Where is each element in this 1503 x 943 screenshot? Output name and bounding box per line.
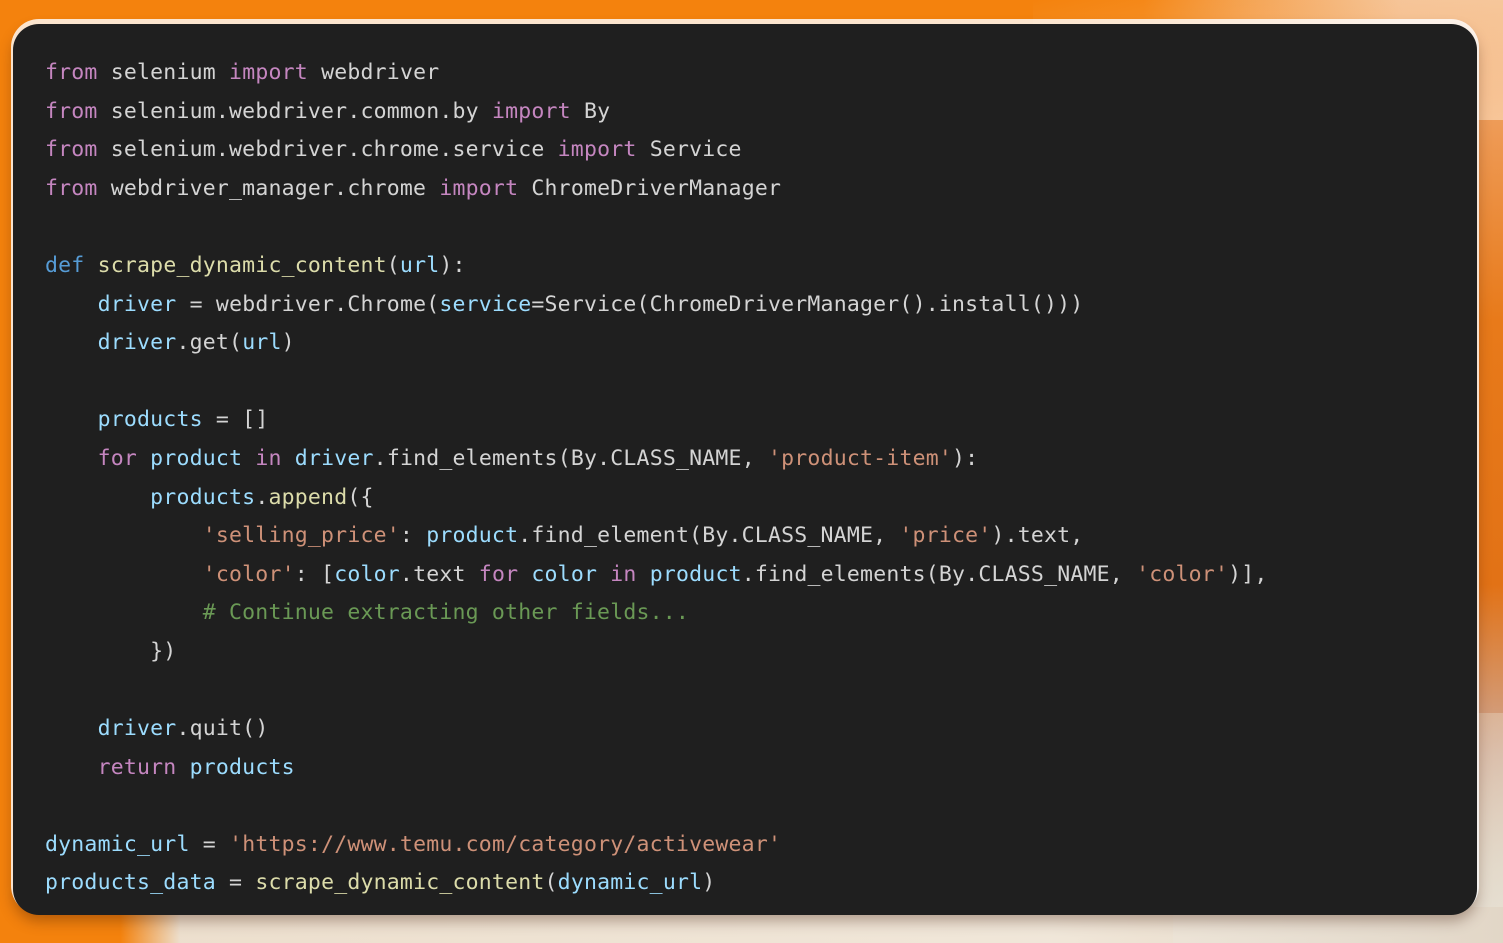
token-keyword-from-2: from bbox=[45, 98, 98, 124]
token-paren-close-get: ) bbox=[281, 330, 295, 356]
token-var-product-2: product bbox=[649, 561, 742, 587]
token-call-close: ) bbox=[702, 870, 716, 896]
token-keyword-from-1: from bbox=[45, 60, 98, 85]
token-keyword-for-1: for bbox=[97, 445, 138, 471]
token-empty-list: = [] bbox=[215, 407, 269, 433]
token-find-elements-1: .find_elements(By.CLASS_NAME, bbox=[373, 445, 768, 471]
token-keyword-import-4: import bbox=[439, 175, 519, 201]
token-keyword-import-1: import bbox=[229, 60, 308, 85]
token-var-driver-quit: driver bbox=[97, 716, 177, 742]
token-find-element-price: .find_element(By.CLASS_NAME, bbox=[518, 523, 900, 549]
token-module-common-by: selenium.webdriver.common.by bbox=[110, 98, 479, 124]
token-find-elements-color: .find_elements(By.CLASS_NAME, bbox=[741, 561, 1137, 587]
token-import-webdriver: webdriver bbox=[321, 60, 440, 85]
token-arg-dynamic-url: dynamic_url bbox=[557, 870, 703, 896]
token-function-name: scrape_dynamic_content bbox=[97, 252, 387, 278]
token-paren-open-def: ( bbox=[386, 252, 400, 278]
token-text-attr-2: .text bbox=[399, 561, 479, 587]
token-var-color-1: color bbox=[334, 561, 400, 587]
token-param-url: url bbox=[399, 252, 440, 278]
token-webdriver-chrome: webdriver.Chrome( bbox=[215, 291, 440, 317]
token-module-webdriver-manager: webdriver_manager.chrome bbox=[110, 175, 427, 201]
token-import-service: Service bbox=[649, 137, 742, 163]
token-module-selenium: selenium bbox=[110, 60, 216, 85]
token-comment-continue: # Continue extracting other fields... bbox=[202, 600, 690, 626]
token-string-product-item: 'product-item' bbox=[768, 445, 953, 471]
token-keyword-def: def bbox=[45, 252, 85, 278]
token-method-get: .get( bbox=[176, 330, 243, 356]
token-string-target-url: 'https://www.temu.com/category/activewea… bbox=[229, 831, 782, 857]
token-method-append: append bbox=[268, 484, 348, 510]
token-string-color: 'color' bbox=[1136, 561, 1229, 587]
token-var-dynamic-url: dynamic_url bbox=[45, 831, 190, 857]
screenshot-root: from selenium import webdriver from sele… bbox=[0, 0, 1503, 943]
token-var-product-1: product bbox=[426, 523, 519, 549]
token-key-selling-price: 'selling_price' bbox=[202, 523, 400, 549]
token-call-scrape: scrape_dynamic_content bbox=[255, 870, 545, 896]
token-key-color: 'color' bbox=[202, 561, 295, 587]
python-code-snippet[interactable]: from selenium import webdriver from sele… bbox=[45, 54, 1477, 903]
token-keyword-import-2: import bbox=[491, 98, 571, 124]
token-for-close: ): bbox=[952, 445, 979, 471]
token-var-products-append: products bbox=[150, 484, 256, 510]
token-equals-2: = bbox=[202, 831, 216, 857]
code-block-body: from selenium import webdriver from sele… bbox=[13, 24, 1477, 915]
token-equals-3: = bbox=[229, 870, 243, 896]
token-var-driver-assign: driver bbox=[97, 291, 177, 317]
token-append-close: }) bbox=[150, 638, 177, 664]
token-keyword-from-4: from bbox=[45, 175, 98, 201]
token-var-products-return: products bbox=[189, 754, 295, 780]
token-arg-url: url bbox=[242, 330, 282, 356]
token-keyword-in-1: in bbox=[255, 445, 282, 471]
token-service-expr: =Service(ChromeDriverManager().install()… bbox=[531, 291, 1084, 317]
token-string-price: 'price' bbox=[899, 523, 992, 549]
token-colon-2: : [ bbox=[294, 561, 335, 587]
token-import-by: By bbox=[583, 98, 611, 124]
token-text-attr-1: ).text, bbox=[991, 523, 1084, 549]
token-var-products-init: products bbox=[97, 407, 203, 433]
token-equals-1: = bbox=[189, 291, 203, 317]
token-call-open: ( bbox=[544, 870, 558, 896]
token-def-close: ): bbox=[439, 252, 466, 278]
token-var-driver-find: driver bbox=[294, 445, 374, 471]
token-append-open: ({ bbox=[347, 484, 374, 510]
token-keyword-import-3: import bbox=[557, 137, 637, 163]
code-block-card: from selenium import webdriver from sele… bbox=[13, 24, 1477, 915]
token-dot-1: . bbox=[255, 484, 269, 510]
token-loopvar-color: color bbox=[531, 561, 598, 587]
token-var-driver-get: driver bbox=[97, 330, 177, 356]
token-list-close: )], bbox=[1228, 561, 1268, 587]
token-module-chrome-service: selenium.webdriver.chrome.service bbox=[110, 137, 545, 163]
token-loopvar-product: product bbox=[150, 445, 243, 471]
token-import-chromedrivermanager: ChromeDriverManager bbox=[531, 175, 782, 201]
token-colon-1: : bbox=[399, 523, 427, 549]
token-keyword-return: return bbox=[97, 754, 177, 780]
token-kwarg-service: service bbox=[439, 291, 532, 317]
token-keyword-from-3: from bbox=[45, 137, 98, 163]
token-keyword-in-2: in bbox=[610, 561, 637, 587]
token-keyword-for-2: for bbox=[478, 561, 519, 587]
token-method-quit: .quit() bbox=[176, 716, 269, 742]
token-var-products-data: products_data bbox=[45, 870, 216, 896]
